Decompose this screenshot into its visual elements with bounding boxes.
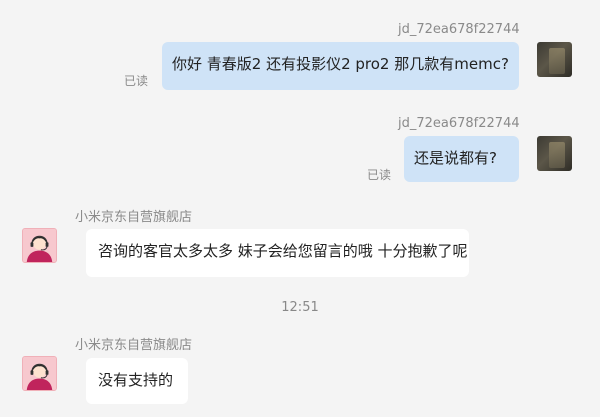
customer-service-headset-icon — [23, 229, 56, 262]
user-avatar[interactable] — [537, 42, 572, 77]
incoming-message-bubble[interactable]: 咨询的客官太多太多 妹子会给您留言的哦 十分抱歉了呢 — [86, 229, 469, 277]
read-status: 已读 — [367, 168, 392, 182]
sender-name: 小米京东自营旗舰店 — [75, 210, 193, 225]
sender-name: 小米京东自营旗舰店 — [75, 338, 193, 353]
incoming-message-bubble[interactable]: 没有支持的 — [86, 358, 188, 404]
chat-window: jd_72ea678f22744 你好 青春版2 还有投影仪2 pro2 那几款… — [0, 0, 600, 417]
outgoing-message-bubble[interactable]: 你好 青春版2 还有投影仪2 pro2 那几款有memc? — [162, 42, 519, 90]
message-text: 还是说都有? — [414, 149, 497, 167]
outgoing-message-bubble[interactable]: 还是说都有? — [404, 136, 519, 182]
customer-service-headset-icon — [23, 357, 56, 390]
user-avatar[interactable] — [537, 136, 572, 171]
shop-avatar[interactable] — [22, 356, 57, 391]
timestamp: 12:51 — [281, 300, 319, 315]
sender-name: jd_72ea678f22744 — [398, 22, 520, 37]
message-text: 咨询的客官太多太多 妹子会给您留言的哦 十分抱歉了呢 — [98, 242, 468, 260]
message-text: 你好 青春版2 还有投影仪2 pro2 那几款有memc? — [172, 55, 509, 73]
message-text: 没有支持的 — [98, 371, 174, 389]
shop-avatar[interactable] — [22, 228, 57, 263]
sender-name: jd_72ea678f22744 — [398, 116, 520, 131]
read-status: 已读 — [124, 74, 149, 88]
